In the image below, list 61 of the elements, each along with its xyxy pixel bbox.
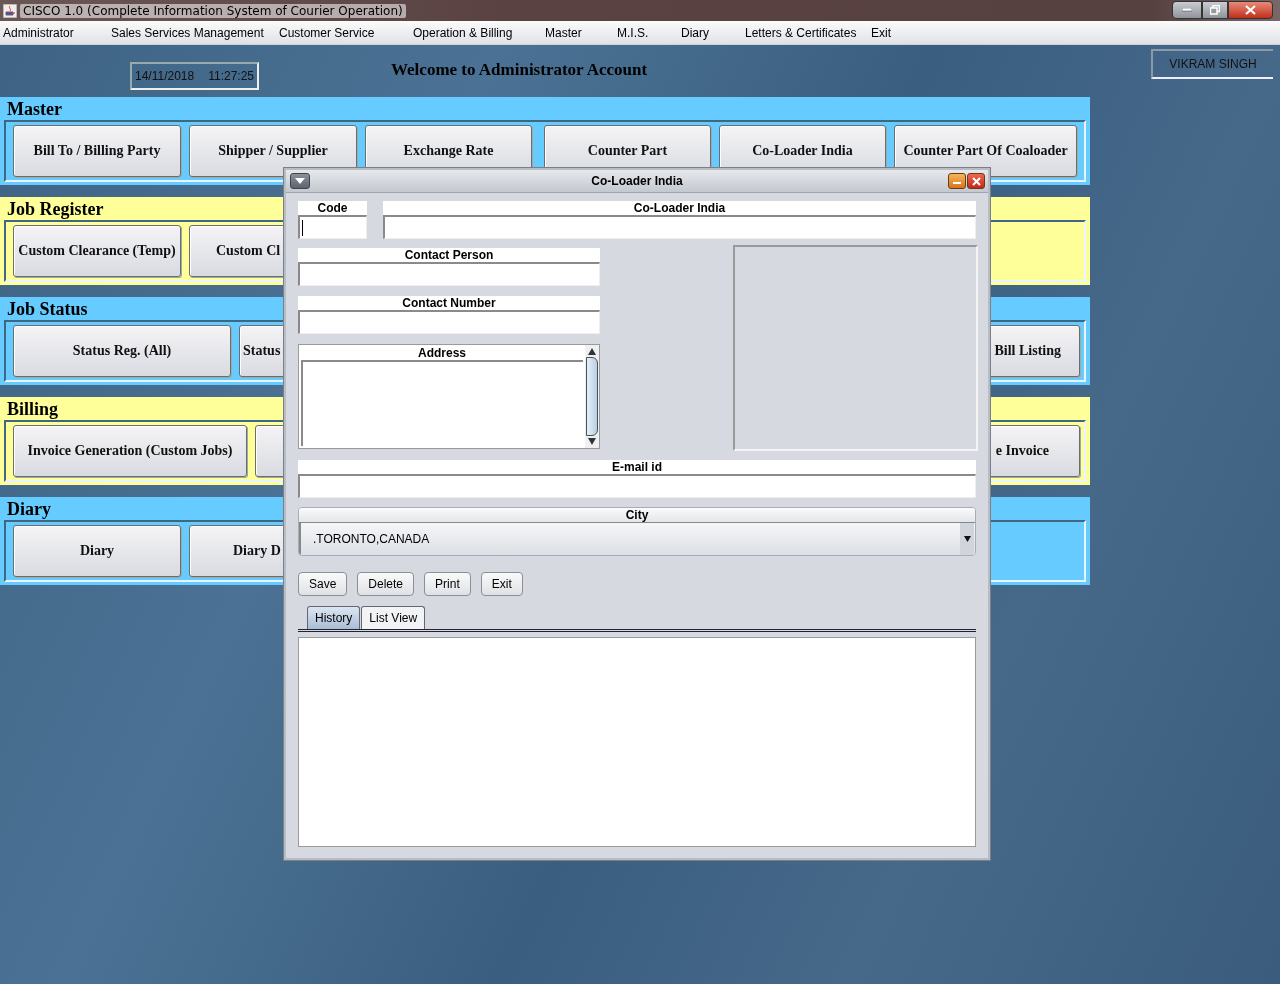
menu-button[interactable]: Diary [13, 525, 181, 577]
close-icon [1245, 4, 1256, 15]
menu-item[interactable]: Master [542, 25, 614, 40]
scrollbar[interactable] [585, 345, 599, 448]
menu-item[interactable]: Exit [868, 25, 911, 40]
dropdown-arrow-icon [963, 536, 971, 542]
window-menu-button[interactable] [290, 173, 310, 189]
input-field[interactable] [298, 310, 600, 334]
menu-item[interactable]: Letters & Certificates [742, 25, 868, 40]
menu-item[interactable]: Customer Service [276, 25, 410, 40]
field-label: Contact Person [403, 248, 495, 262]
close-button[interactable] [967, 173, 985, 189]
menu-item[interactable]: Sales Services Management [108, 25, 276, 40]
action-button[interactable]: Save [298, 572, 348, 596]
field-label: E-mail id [611, 460, 663, 474]
menu-button[interactable]: Bill To / Billing Party [13, 125, 181, 177]
section-title: Billing [6, 398, 60, 420]
menu-button[interactable]: Counter Part Of Coaloader [894, 125, 1077, 177]
section-title: Master [6, 98, 63, 120]
window-title: CISCO 1.0 (Complete Information System of Courier Operation) [20, 3, 406, 18]
minimize-button[interactable] [1172, 0, 1202, 19]
dialog-title: Co-Loader India [591, 174, 683, 188]
input-field[interactable] [298, 474, 976, 498]
tab[interactable]: History [307, 606, 361, 629]
action-button[interactable]: Print [424, 572, 471, 596]
coffee-cup-icon [3, 3, 17, 18]
field-label: Contact Number [401, 296, 497, 310]
section-title: Job Register [6, 198, 105, 220]
menu-button[interactable]: Shipper / Supplier [189, 125, 357, 177]
date-text: 14/11/2018 [135, 68, 195, 83]
input-field[interactable] [383, 215, 976, 239]
menu-button[interactable]: Invoice Generation (Custom Jobs) [13, 425, 247, 477]
user-name: VIKRAM SINGH [1169, 56, 1257, 71]
minimize-button[interactable] [948, 173, 966, 189]
menu-item[interactable]: Operation & Billing [410, 25, 542, 40]
menu-item[interactable]: Diary [678, 25, 742, 40]
scroll-up-icon[interactable] [588, 348, 596, 355]
minimize-icon [1182, 7, 1192, 12]
city-dropdown[interactable]: .TORONTO,CANADA [299, 523, 975, 555]
restore-button[interactable] [1202, 0, 1228, 19]
menu-button[interactable]: Status Reg. (All) [13, 325, 231, 377]
input-field[interactable] [298, 262, 600, 286]
action-button[interactable]: Delete [357, 572, 415, 596]
action-button[interactable]: Exit [480, 572, 523, 596]
close-icon [971, 176, 981, 186]
close-button[interactable] [1228, 0, 1273, 19]
welcome-heading: Welcome to Administrator Account [391, 59, 648, 80]
field-label: City [299, 508, 975, 523]
menu-item[interactable]: M.I.S. [614, 25, 678, 40]
menu-item[interactable]: Administrator [0, 25, 108, 40]
menu-button[interactable]: Custom Clearance (Temp) [13, 225, 181, 277]
field-label: Address [417, 346, 467, 360]
field-label: Code [316, 201, 349, 215]
section-title: Job Status [6, 298, 89, 320]
scroll-down-icon[interactable] [588, 438, 596, 445]
field-label: Co-Loader India [632, 201, 727, 215]
input-field[interactable] [298, 215, 367, 239]
section-title: Diary [6, 498, 52, 520]
time-text: 11:27:25 [208, 68, 254, 83]
tab[interactable]: List View [361, 606, 426, 629]
restore-icon [1210, 4, 1220, 15]
